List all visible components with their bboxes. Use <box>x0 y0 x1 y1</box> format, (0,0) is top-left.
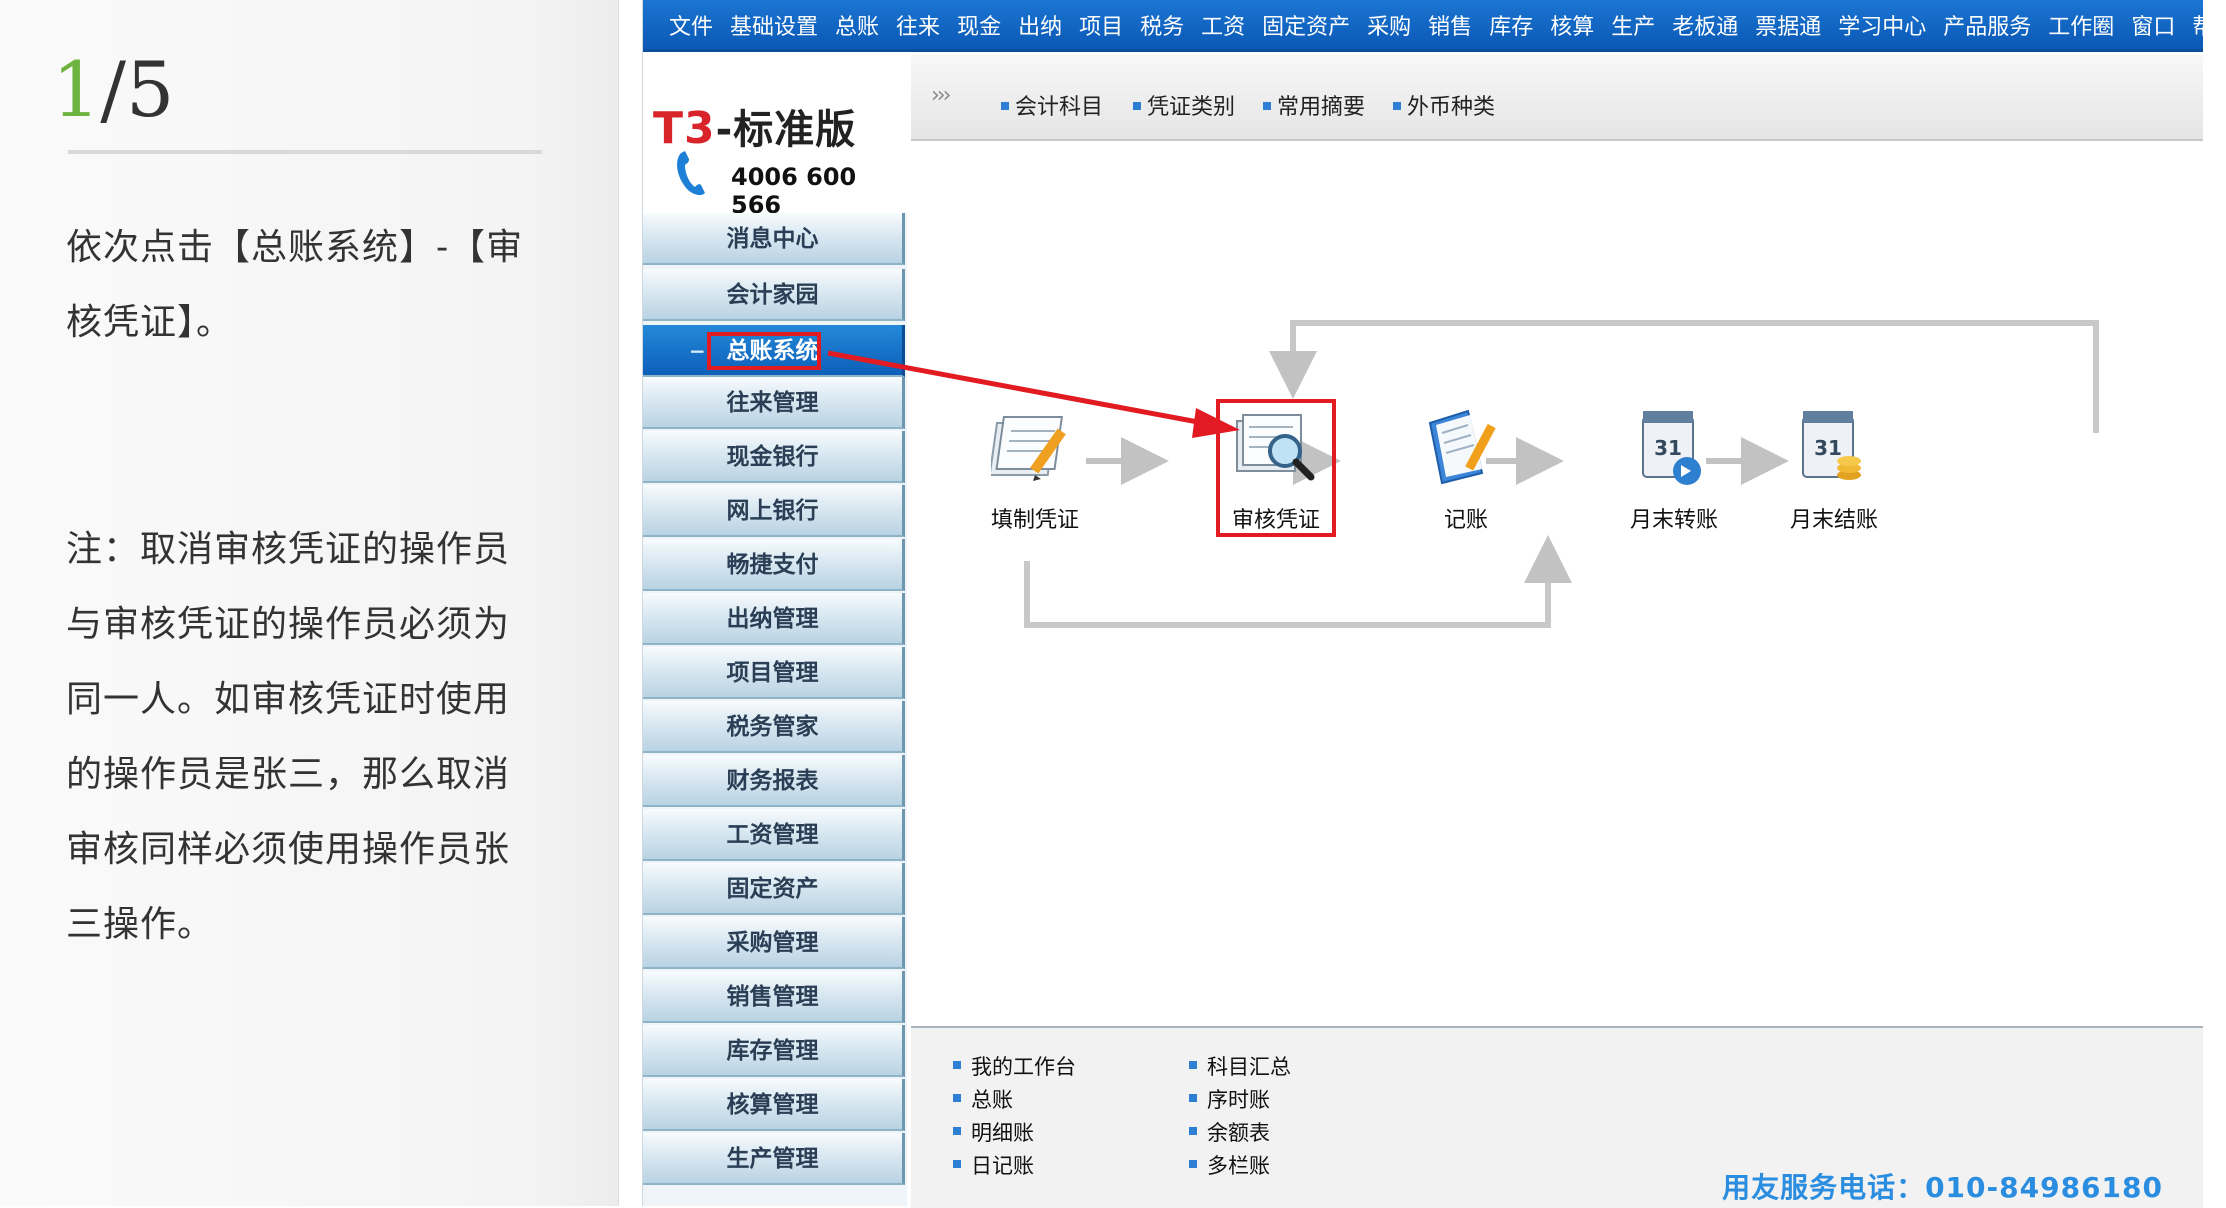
workflow-lines <box>1024 320 2099 628</box>
bullet-icon <box>1189 1127 1197 1135</box>
link-my-workbench[interactable]: 我的工作台 <box>953 1051 1076 1081</box>
sidebar-item-general-ledger[interactable]: − 总账系统 <box>643 325 905 377</box>
toolbar-common-summary[interactable]: 常用摘要 <box>1263 89 1365 121</box>
month-end-transfer-icon[interactable]: 31 <box>1629 403 1719 489</box>
expand-chevron-icon[interactable]: ››› <box>931 83 951 108</box>
logo-phone: 4006 600 566 <box>731 163 857 219</box>
step-counter: 1/5 <box>52 52 174 128</box>
fill-voucher-icon[interactable] <box>991 409 1081 489</box>
bullet-icon <box>953 1094 961 1102</box>
highlight-box <box>707 332 821 370</box>
link-balance-sheet[interactable]: 余额表 <box>1189 1117 1270 1147</box>
bullet-icon <box>1133 102 1141 110</box>
instruction-panel: 1/5 依次点击【总账系统】-【审核凭证】。 注：取消审核凭证的操作员与审核凭证… <box>0 0 619 1206</box>
flow-node-audit-voucher[interactable]: 审核凭证 <box>1206 502 1346 534</box>
flow-node-month-end-closing[interactable]: 月末结账 <box>1764 502 1904 534</box>
brand-logo: T3-标准版 4006 600 566 <box>643 55 907 219</box>
menu-tax[interactable]: 税务 <box>1140 9 1184 41</box>
menu-purchase[interactable]: 采购 <box>1367 9 1411 41</box>
bullet-icon <box>1393 102 1401 110</box>
menu-project[interactable]: 项目 <box>1079 9 1123 41</box>
menu-sales[interactable]: 销售 <box>1428 9 1472 41</box>
sidebar-item-costing-mgmt[interactable]: 核算管理 <box>643 1079 905 1131</box>
month-end-closing-icon[interactable]: 31 <box>1789 403 1879 489</box>
menu-general-ledger[interactable]: 总账 <box>835 9 879 41</box>
audit-voucher-icon[interactable] <box>1231 409 1321 489</box>
bullet-icon <box>1001 102 1009 110</box>
menu-product-service[interactable]: 产品服务 <box>1943 9 2031 41</box>
menu-window[interactable]: 窗口 <box>2131 9 2175 41</box>
menu-learning[interactable]: 学习中心 <box>1838 9 1926 41</box>
sidebar-item-production-mgmt[interactable]: 生产管理 <box>643 1133 905 1185</box>
flow-node-fill-voucher[interactable]: 填制凭证 <box>965 502 1105 534</box>
menu-bar: 文件 基础设置 总账 往来 现金 出纳 项目 税务 工资 固定资产 采购 销售 … <box>643 0 2226 52</box>
flow-node-posting[interactable]: 记账 <box>1396 502 1536 534</box>
sidebar-item-online-bank[interactable]: 网上银行 <box>643 485 905 537</box>
bullet-icon <box>1189 1094 1197 1102</box>
bullet-icon <box>1189 1160 1197 1168</box>
toolbar-currency-types[interactable]: 外币种类 <box>1393 89 1495 121</box>
menu-accounts[interactable]: 往来 <box>896 9 940 41</box>
sidebar-item-inventory-mgmt[interactable]: 库存管理 <box>643 1025 905 1077</box>
service-phone: 用友服务电话：010-84986180 <box>1722 1171 2163 1204</box>
bullet-icon <box>1189 1061 1197 1069</box>
menu-inventory[interactable]: 库存 <box>1489 9 1533 41</box>
step-current: 1 <box>52 45 101 134</box>
sidebar-item-fixed-assets[interactable]: 固定资产 <box>643 863 905 915</box>
sidebar-item-tax-manager[interactable]: 税务管家 <box>643 701 905 753</box>
app-window: 文件 基础设置 总账 往来 现金 出纳 项目 税务 工资 固定资产 采购 销售 … <box>642 0 2226 1208</box>
sidebar: T3-标准版 4006 600 566 消息中心 会计家园 − 总账系统 往来管… <box>643 55 907 1206</box>
logo-title: T3-标准版 <box>653 103 857 154</box>
link-multi-column-ledger[interactable]: 多栏账 <box>1189 1150 1270 1180</box>
menu-payroll[interactable]: 工资 <box>1201 9 1245 41</box>
menu-cashier[interactable]: 出纳 <box>1018 9 1062 41</box>
bullet-icon <box>953 1160 961 1168</box>
sidebar-item-purchase-mgmt[interactable]: 采购管理 <box>643 917 905 969</box>
bullet-icon <box>953 1061 961 1069</box>
svg-text:31: 31 <box>1654 436 1682 460</box>
link-chronological-ledger[interactable]: 序时账 <box>1189 1084 1270 1114</box>
posting-icon[interactable] <box>1416 403 1506 489</box>
menu-help[interactable]: 帮助 <box>2192 9 2226 41</box>
menu-invoice[interactable]: 票据通 <box>1755 9 1821 41</box>
menu-fixed-assets[interactable]: 固定资产 <box>1262 9 1350 41</box>
sidebar-item-sales-mgmt[interactable]: 销售管理 <box>643 971 905 1023</box>
sidebar-item-financial-reports[interactable]: 财务报表 <box>643 755 905 807</box>
step-divider <box>68 150 542 154</box>
menu-work-circle[interactable]: 工作圈 <box>2048 9 2114 41</box>
menu-basic-settings[interactable]: 基础设置 <box>730 9 818 41</box>
sidebar-item-cashier-mgmt[interactable]: 出纳管理 <box>643 593 905 645</box>
menu-boss[interactable]: 老板通 <box>1672 9 1738 41</box>
instruction-note: 注：取消审核凭证的操作员与审核凭证的操作员必须为同一人。如审核凭证时使用的操作员… <box>66 529 511 945</box>
link-account-summary[interactable]: 科目汇总 <box>1189 1051 1291 1081</box>
bullet-icon <box>1263 102 1271 110</box>
link-detail-ledger[interactable]: 明细账 <box>953 1117 1034 1147</box>
menu-production[interactable]: 生产 <box>1611 9 1655 41</box>
toolbar-chart-of-accounts[interactable]: 会计科目 <box>1001 89 1103 121</box>
sidebar-item-cash-bank[interactable]: 现金银行 <box>643 431 905 483</box>
sidebar-item-message-center[interactable]: 消息中心 <box>643 213 905 265</box>
step-total: /5 <box>100 45 175 134</box>
svg-text:31: 31 <box>1814 436 1842 460</box>
workflow-diagram: 填制凭证 审核凭证 记账 31 月末转账 31 月末结账 <box>911 141 2203 1026</box>
flow-node-month-end-transfer[interactable]: 月末转账 <box>1604 502 1744 534</box>
menu-cash[interactable]: 现金 <box>957 9 1001 41</box>
sidebar-item-quick-pay[interactable]: 畅捷支付 <box>643 539 905 591</box>
bullet-icon <box>953 1127 961 1135</box>
link-journal[interactable]: 日记账 <box>953 1150 1034 1180</box>
toolbar-voucher-types[interactable]: 凭证类别 <box>1133 89 1235 121</box>
sidebar-item-payroll-mgmt[interactable]: 工资管理 <box>643 809 905 861</box>
sidebar-item-accounts-mgmt[interactable]: 往来管理 <box>643 377 905 429</box>
phone-icon <box>677 151 705 196</box>
quick-links-panel: 我的工作台 总账 明细账 日记账 科目汇总 序时账 余额表 多栏账 用友服务电话… <box>911 1026 2203 1208</box>
sidebar-item-project-mgmt[interactable]: 项目管理 <box>643 647 905 699</box>
collapse-icon: − <box>689 339 706 363</box>
instruction-text: 依次点击【总账系统】-【审核凭证】。 <box>66 227 524 343</box>
link-general-ledger[interactable]: 总账 <box>953 1084 1013 1114</box>
sidebar-item-accounting-home[interactable]: 会计家园 <box>643 269 905 321</box>
menu-file[interactable]: 文件 <box>669 9 713 41</box>
toolbar: ››› 会计科目 凭证类别 常用摘要 外币种类 <box>911 55 2203 141</box>
menu-costing[interactable]: 核算 <box>1550 9 1594 41</box>
